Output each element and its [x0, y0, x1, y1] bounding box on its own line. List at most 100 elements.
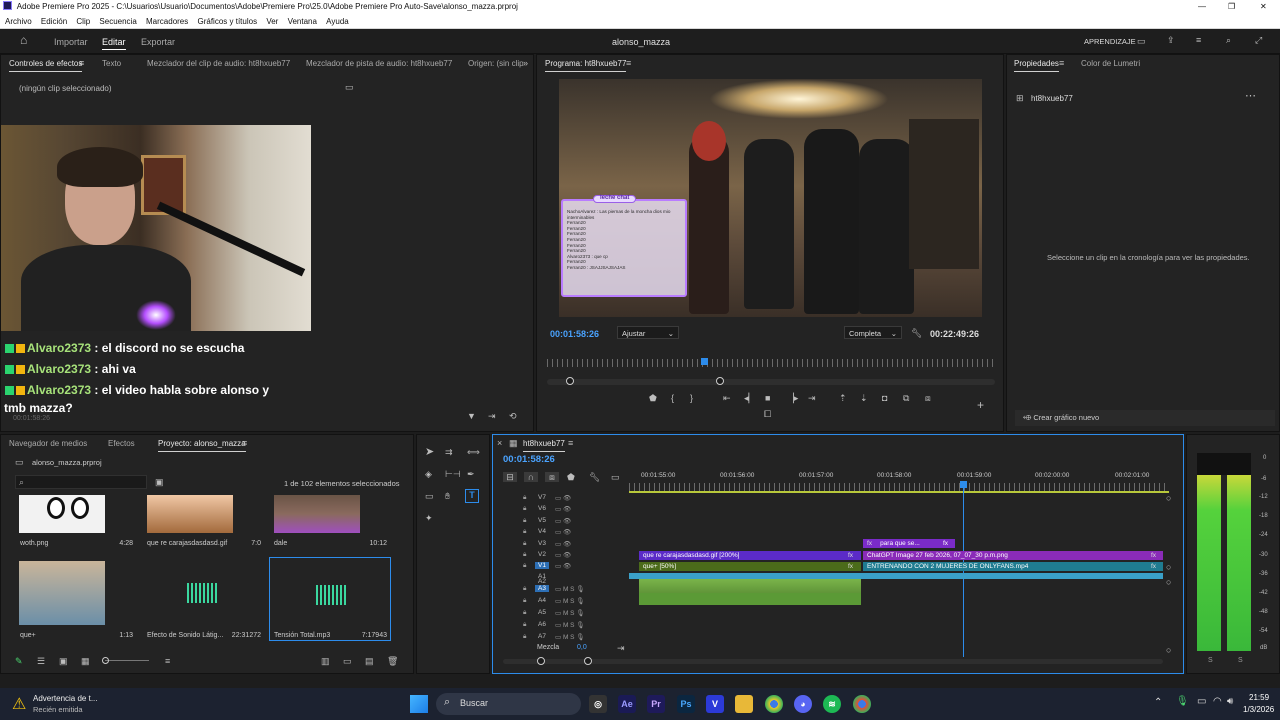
track-lock-icon[interactable]: 🔒︎ [523, 562, 526, 570]
track-lock-icon[interactable]: 🔒︎ [523, 505, 526, 513]
audio-clip-a3[interactable] [639, 593, 861, 605]
track-sync-icon[interactable]: ▭ 👁︎ [555, 517, 571, 525]
track-label-v1[interactable]: V1 [535, 562, 549, 569]
tab-audio-track-mixer[interactable]: Mezclador de pista de audio: ht8hxueb77 [306, 59, 452, 68]
new-item-icon[interactable]: ▤ [365, 656, 374, 666]
program-zoom-bar[interactable] [547, 379, 995, 385]
track-label-v2[interactable]: V2 [535, 551, 549, 558]
track-sync-icon[interactable]: ▭ 👁︎ [555, 505, 571, 513]
app-icon-chrome[interactable] [765, 695, 783, 713]
timeline-settings-icon[interactable]: 🔧︎ [589, 472, 600, 482]
slip-tool-icon[interactable]: ⊢⊣ [445, 469, 461, 479]
track-lock-icon[interactable]: 🔒︎ [523, 494, 526, 502]
fullscreen-icon[interactable]: ⤢ [1255, 35, 1262, 45]
tab-editar[interactable]: Editar [102, 37, 126, 47]
snap-icon[interactable]: ∩ [524, 472, 538, 482]
app-icon-spotify[interactable]: ≋ [823, 695, 841, 713]
captions-icon[interactable]: ▭ [611, 472, 620, 482]
bin-icon[interactable]: ▣ [155, 477, 164, 487]
track-lock-icon[interactable]: 🔒︎ [523, 528, 526, 536]
track-lock-icon[interactable]: 🔒︎ [523, 621, 526, 629]
zoom-slider[interactable] [105, 660, 149, 661]
menu-icon[interactable]: ≡ [1196, 35, 1201, 45]
track-lock-icon[interactable]: 🔒︎ [523, 517, 526, 525]
selection-tool-icon[interactable]: ➤ [425, 447, 434, 458]
tab-efectos[interactable]: Efectos [108, 439, 135, 448]
panel-menu-icon[interactable]: ≡ [626, 58, 631, 68]
quality-dropdown[interactable]: Completa ⌄ [844, 326, 902, 339]
close-tab-icon[interactable]: × [497, 438, 502, 448]
tab-program[interactable]: Programa: ht8hxueb77 [545, 59, 627, 72]
timeline-zoom-bar[interactable] [503, 659, 1163, 664]
export-frame-icon[interactable]: ⇥ [488, 411, 496, 421]
menu-marcadores[interactable]: Marcadores [146, 17, 188, 26]
go-to-in-icon[interactable]: ⇤ [723, 393, 731, 403]
tab-texto[interactable]: Texto [102, 59, 121, 68]
new-bin-icon[interactable]: ▭ [343, 656, 352, 666]
more-options-icon[interactable]: ⋯ [1245, 91, 1256, 102]
app-icon-chatgpt[interactable]: ◎ [589, 695, 607, 713]
tab-effect-controls[interactable]: Controles de efectos [9, 59, 83, 72]
list-view-icon[interactable]: ☰ [37, 656, 45, 666]
more-tabs-icon[interactable]: » [523, 58, 528, 68]
rectangle-tool-icon[interactable]: ▭ [425, 491, 434, 501]
timeline-zoom-handle-left[interactable] [537, 657, 545, 665]
track-label-v7[interactable]: V7 [535, 494, 549, 501]
timeline-scroll-end[interactable]: ○ [1166, 577, 1171, 587]
camera-icon[interactable]: ◘ [882, 393, 887, 403]
settings-icon[interactable]: ⟲ [509, 411, 517, 421]
track-lock-icon[interactable]: 🔒︎ [523, 633, 526, 641]
tray-display-icon[interactable]: ▭ [1197, 696, 1206, 707]
menu-graficos[interactable]: Gráficos y títulos [198, 17, 258, 26]
mark-in-icon[interactable]: { [671, 393, 674, 403]
track-label-a5[interactable]: A5 [535, 609, 549, 616]
add-marker-icon[interactable]: ⬟ [567, 472, 575, 482]
tab-sequence[interactable]: ht8hxueb77 [523, 439, 565, 452]
marker-icon[interactable]: ⬟ [649, 393, 657, 403]
tab-media-browser[interactable]: Navegador de medios [9, 439, 87, 448]
panel-menu-icon[interactable]: ≡ [79, 58, 84, 68]
tray-mic-icon[interactable]: 🎙︎ [1176, 696, 1189, 707]
minimize-button[interactable]: — [1198, 0, 1206, 14]
close-button[interactable]: ✕ [1260, 0, 1267, 14]
comparison-icon[interactable]: ⧉ [903, 393, 909, 403]
zoom-slider-handle[interactable] [102, 657, 109, 664]
multicam-icon[interactable]: ⧈ [925, 393, 931, 403]
project-item-thumb[interactable] [19, 495, 105, 533]
track-label-v5[interactable]: V5 [535, 517, 549, 524]
app-icon-chrome-2[interactable] [853, 695, 871, 713]
clock-time[interactable]: 21:59 [1249, 693, 1269, 702]
timeline-scroll-end[interactable]: ○ [1166, 493, 1171, 503]
hand-tool-icon[interactable]: ✋︎ [445, 491, 450, 501]
notification-title[interactable]: Advertencia de t... [33, 694, 97, 703]
project-item-thumb[interactable] [274, 495, 360, 533]
menu-secuencia[interactable]: Secuencia [99, 17, 136, 26]
clock-date[interactable]: 1/3/2026 [1243, 705, 1274, 714]
menu-archivo[interactable]: Archivo [5, 17, 32, 26]
track-select-icon[interactable]: ⇉ [445, 447, 453, 457]
pencil-icon[interactable]: ✎ [15, 656, 23, 666]
track-label-v3[interactable]: V3 [535, 540, 549, 547]
tab-origen[interactable]: Origen: (sin clip [468, 59, 524, 68]
taskbar-search[interactable]: ⌕ Buscar [436, 693, 581, 715]
track-sync-icon[interactable]: ▭ 👁︎ [555, 540, 571, 548]
clip-v2-image[interactable]: ChatGPT Image 27 feb 2026, 07_07_30 p.m.… [863, 551, 1163, 560]
search-icon[interactable]: ⌕ [1226, 35, 1231, 45]
program-ruler[interactable] [547, 359, 995, 367]
home-icon[interactable]: ⌂ [20, 34, 27, 46]
tray-volume-icon[interactable]: 🔊︎ [1227, 696, 1233, 707]
nest-icon[interactable]: ⊟ [503, 472, 517, 482]
learning-button[interactable]: APRENDIZAJE [1084, 37, 1136, 46]
menu-edicion[interactable]: Edición [41, 17, 67, 26]
audio-item-thumb[interactable] [147, 561, 233, 625]
step-back-icon[interactable]: ◂▏ [744, 393, 755, 403]
tab-propiedades[interactable]: Propiedades [1014, 59, 1059, 72]
panel-menu-icon[interactable]: ≡ [1059, 58, 1064, 68]
trash-icon[interactable]: 🗑︎ [387, 656, 398, 666]
track-msm-icon[interactable]: ▭ M S 🎙︎ [555, 633, 585, 641]
stop-icon[interactable]: ■ [765, 393, 770, 403]
tab-importar[interactable]: Importar [54, 37, 88, 47]
start-button[interactable] [410, 695, 428, 713]
track-sync-icon[interactable]: ▭ 👁︎ [555, 551, 571, 559]
filter-icon[interactable]: ▼ [467, 411, 476, 421]
